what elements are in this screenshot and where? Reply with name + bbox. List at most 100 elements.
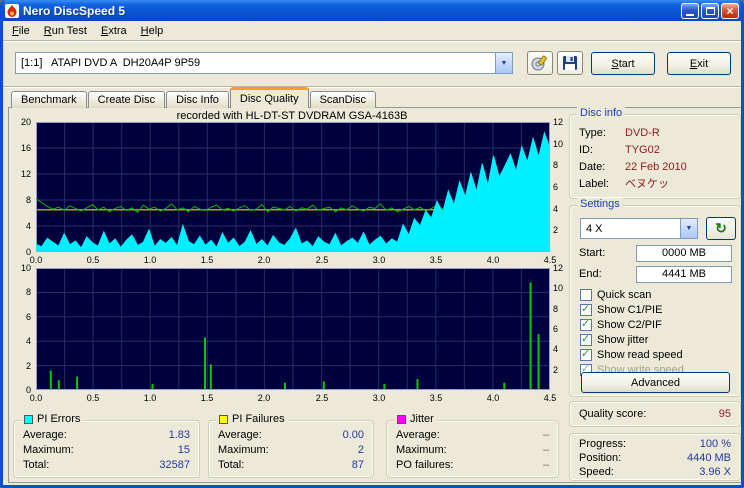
y-axis-tick-label: 12 xyxy=(20,169,31,179)
speed-value: 3.96 X xyxy=(699,466,731,478)
pi-errors-stats: PI Errors Average: 1.83 Maximum: 15 Total:… xyxy=(13,413,200,478)
title-bar: Nero DiscSpeed 5 × xyxy=(3,0,741,21)
stat-label: Average: xyxy=(218,429,262,441)
stat-value: – xyxy=(542,459,549,471)
stat-title: PI Errors xyxy=(37,413,81,425)
stat-value: 1.83 xyxy=(168,429,190,441)
checkbox-icon: ✓ xyxy=(580,347,592,361)
exit-button[interactable]: Exit xyxy=(667,52,731,75)
x-axis-tick-label: 1.5 xyxy=(200,393,214,403)
y2-axis-tick-label: 6 xyxy=(553,324,559,334)
chart-title: recorded with HL-DT-ST DVDRAM GSA-4163B xyxy=(176,110,408,122)
x-axis-tick-label: 2.5 xyxy=(315,255,329,265)
start-position-label: Start: xyxy=(579,247,606,259)
x-axis-tick-label: 3.0 xyxy=(372,393,386,403)
tab-scandisc[interactable]: ScanDisc xyxy=(309,91,377,108)
chevron-down-icon[interactable]: ▼ xyxy=(495,53,512,73)
x-axis-tick-label: 1.5 xyxy=(200,255,214,265)
menu-file[interactable]: File xyxy=(5,23,37,39)
tab-create-disc[interactable]: Create Disc xyxy=(87,91,166,108)
chart-plot xyxy=(36,122,550,252)
tab-strip: Benchmark Create Disc Disc Info Disc Qua… xyxy=(11,87,377,108)
y2-axis-tick-label: 8 xyxy=(553,160,559,170)
y-axis-tick-label: 8 xyxy=(25,287,31,297)
disc-info-value: DVD-R xyxy=(625,127,660,139)
checkbox-show-read-speed[interactable]: ✓ Show read speed xyxy=(580,347,683,362)
checkbox-show-c2-pif[interactable]: ✓ Show C2/PIF xyxy=(580,317,662,332)
menu-run-test[interactable]: Run Test xyxy=(37,23,94,39)
progress-label: Progress: xyxy=(579,438,627,450)
stat-label: Total: xyxy=(23,459,50,471)
stat-label: Maximum: xyxy=(218,444,269,456)
disc-info-label: ID: xyxy=(579,144,594,156)
chart-plot xyxy=(36,268,550,390)
pi-failures-chart: 10 8 6 4 2 0 12 10 8 6 4 2 0.0 0.5 1.0 1.5 2.0 2.5 3.0 3.5 4… xyxy=(10,263,572,406)
start-position-field[interactable]: 0000 MB xyxy=(636,245,732,262)
app-icon xyxy=(5,3,19,18)
x-axis-tick-label: 4.5 xyxy=(543,393,557,403)
legend-swatch xyxy=(24,414,33,424)
end-position-field[interactable]: 4441 MB xyxy=(636,266,732,283)
minimize-button[interactable] xyxy=(681,2,699,19)
refresh-button[interactable]: ↻ xyxy=(706,217,736,240)
y-axis-tick-label: 6 xyxy=(25,312,31,322)
checkbox-show-jitter[interactable]: ✓ Show jitter xyxy=(580,332,648,347)
checkbox-label: Show read speed xyxy=(597,349,683,361)
checkbox-label: Show C2/PIF xyxy=(597,319,662,331)
window-title: Nero DiscSpeed 5 xyxy=(23,3,126,18)
toolbar: [1:1] ATAPI DVD A DH20A4P 9P59 ▼ Start E… xyxy=(3,42,741,86)
y2-axis-tick-label: 2 xyxy=(553,225,559,235)
y2-axis-tick-label: 12 xyxy=(553,117,564,127)
chevron-down-icon[interactable]: ▼ xyxy=(680,219,697,238)
position-label: Position: xyxy=(579,452,622,464)
menu-help[interactable]: Help xyxy=(134,23,171,39)
maximize-button[interactable] xyxy=(701,2,719,19)
stat-value: 87 xyxy=(351,459,364,471)
stat-value: – xyxy=(542,444,549,456)
quality-score-label: Quality score: xyxy=(579,408,647,420)
x-axis-tick-label: 0.5 xyxy=(86,255,100,265)
quality-score-value: 95 xyxy=(718,408,731,420)
advanced-button[interactable]: Advanced xyxy=(581,372,730,393)
x-axis-tick-label: 2.0 xyxy=(257,393,271,403)
y2-axis-tick-label: 10 xyxy=(553,139,564,149)
tab-disc-info[interactable]: Disc Info xyxy=(166,91,229,108)
checkbox-label: Show C1/PIE xyxy=(597,304,663,316)
tab-benchmark[interactable]: Benchmark xyxy=(11,91,87,108)
y2-axis-tick-label: 6 xyxy=(553,182,559,192)
checkbox-quick-scan[interactable]: ✓ Quick scan xyxy=(580,288,651,302)
jitter-stats: Jitter Average: – Maximum: – PO failures: – xyxy=(386,413,559,478)
checkbox-icon: ✓ xyxy=(580,302,592,316)
end-position-label: End: xyxy=(579,268,602,280)
scan-speed-select[interactable]: 4 X ▼ xyxy=(580,218,698,239)
disc-info-group: Disc info Type: DVD-R ID: TYG02 Date: 22 Fe… xyxy=(569,107,741,199)
erase-disc-button[interactable] xyxy=(527,51,553,75)
legend-swatch xyxy=(397,414,406,424)
y-axis-tick-label: 10 xyxy=(20,263,31,273)
stat-label: Maximum: xyxy=(396,444,447,456)
save-icon xyxy=(563,56,577,70)
y2-axis-tick-label: 4 xyxy=(553,344,559,354)
x-axis-tick-label: 4.0 xyxy=(486,393,500,403)
start-button[interactable]: Start xyxy=(591,52,655,75)
save-button[interactable] xyxy=(557,51,583,75)
legend-swatch xyxy=(219,414,228,424)
menu-extra[interactable]: Extra xyxy=(94,23,134,39)
checkbox-icon: ✓ xyxy=(580,289,592,301)
tab-disc-quality[interactable]: Disc Quality xyxy=(229,87,309,108)
disc-quality-panel: recorded with HL-DT-ST DVDRAM GSA-4163B … xyxy=(8,107,741,483)
checkbox-icon: ✓ xyxy=(580,332,592,346)
checkbox-icon: ✓ xyxy=(580,317,592,331)
drive-select[interactable]: [1:1] ATAPI DVD A DH20A4P 9P59 ▼ xyxy=(15,52,513,74)
settings-title: Settings xyxy=(577,198,623,210)
close-button[interactable]: × xyxy=(721,2,739,19)
x-axis-tick-label: 0.5 xyxy=(86,393,100,403)
checkbox-show-c1-pie[interactable]: ✓ Show C1/PIE xyxy=(580,302,663,317)
x-axis-tick-label: 3.0 xyxy=(372,255,386,265)
stat-label: Average: xyxy=(23,429,67,441)
y2-axis-tick-label: 8 xyxy=(553,304,559,314)
menu-bar: File Run Test Extra Help xyxy=(3,21,741,40)
position-value: 4440 MB xyxy=(686,452,731,464)
x-axis-tick-label: 2.5 xyxy=(315,393,329,403)
stat-value: 32587 xyxy=(159,459,190,471)
